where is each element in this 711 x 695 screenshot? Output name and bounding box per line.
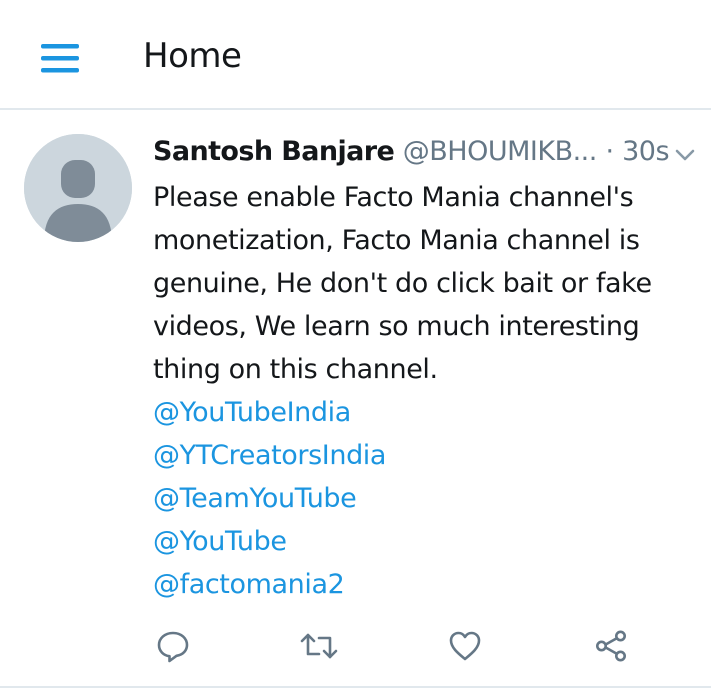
divider (0, 686, 711, 688)
tweet-options-button[interactable] (672, 142, 698, 168)
top-app-bar: Home (0, 0, 711, 110)
reply-button[interactable] (153, 626, 193, 666)
tweet-text-line: thing on this channel. (153, 354, 438, 385)
mention-link[interactable]: @TeamYouTube (153, 477, 693, 520)
tweet[interactable]: Santosh Banjare @BHOUMIKB... · 30s Pleas… (0, 110, 711, 688)
tweet-text: Please enable Facto Mania channel's mone… (153, 176, 693, 606)
mention-link[interactable]: @YouTubeIndia (153, 391, 693, 434)
tweet-timestamp[interactable]: 30s (622, 136, 669, 167)
tweet-actions (153, 626, 673, 670)
retweet-icon (300, 633, 338, 659)
tweet-text-line: monetization, Facto Mania channel is (153, 225, 640, 256)
app-window: Home Santosh Banjare @BHOUMIKB... · 30s … (0, 0, 711, 695)
author-handle[interactable]: @BHOUMIKB... (403, 136, 598, 167)
hamburger-menu-icon (41, 44, 79, 73)
retweet-button[interactable] (299, 626, 339, 666)
default-user-avatar-icon (24, 134, 132, 242)
mention-link[interactable]: @YouTube (153, 520, 693, 563)
chevron-down-icon (675, 149, 695, 161)
tweet-text-line: Please enable Facto Mania channel's (153, 182, 634, 213)
tweet-text-line: videos, We learn so much interesting (153, 311, 640, 342)
mention-link[interactable]: @YTCreatorsIndia (153, 434, 693, 477)
menu-button[interactable] (30, 28, 90, 88)
page-title: Home (143, 36, 242, 76)
mention-link[interactable]: @factomania2 (153, 563, 693, 606)
like-button[interactable] (445, 626, 485, 666)
share-icon (596, 630, 626, 662)
avatar[interactable] (24, 134, 132, 242)
separator-dot: · (605, 136, 614, 167)
share-button[interactable] (591, 626, 631, 666)
reply-icon (157, 631, 189, 663)
tweet-header: Santosh Banjare @BHOUMIKB... · 30s (153, 132, 673, 172)
tweet-text-line: genuine, He don't do click bait or fake (153, 268, 652, 299)
heart-icon (449, 631, 481, 661)
author-name[interactable]: Santosh Banjare (153, 136, 395, 167)
